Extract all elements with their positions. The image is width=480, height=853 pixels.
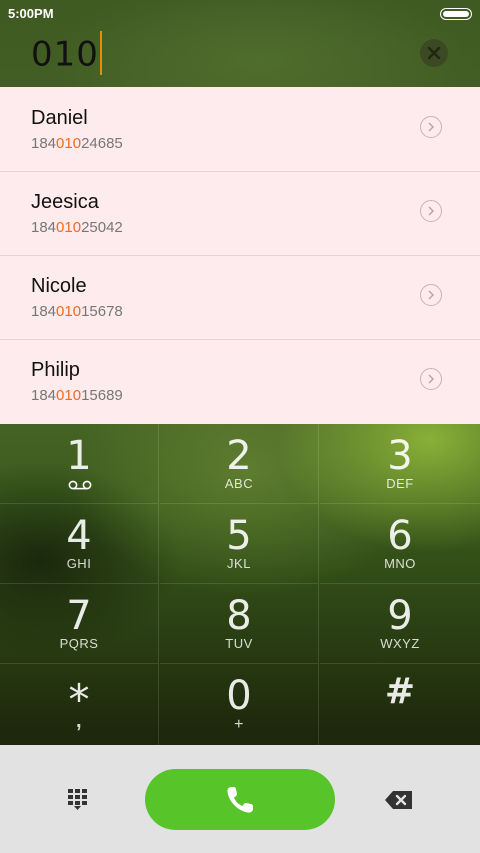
number-suffix: 25042 [81, 219, 123, 236]
contact-number: 18401025042 [31, 219, 123, 236]
contact-number: 18401024685 [31, 135, 123, 152]
key-digit: # [384, 671, 416, 712]
dial-input[interactable]: 010 [31, 31, 102, 78]
key-letters: ABC [224, 476, 254, 491]
contact-detail-button[interactable] [420, 284, 442, 306]
contact-name: Jeesica [31, 191, 99, 213]
contact-result-row[interactable]: Jeesica 18401025042 [0, 171, 480, 256]
dial-keypad: 1 2 ABC 3 DEF 4 GHI 5 JKL 6 MNO 7 PQRS 8… [0, 424, 480, 745]
call-button[interactable] [145, 769, 335, 830]
close-circle-icon [427, 46, 441, 60]
number-match-highlight: 010 [56, 219, 82, 236]
number-match-highlight: 010 [56, 135, 82, 152]
key-digit: 2 [226, 433, 252, 479]
key-letters: , [75, 710, 83, 732]
key-7[interactable]: 7 PQRS [0, 584, 159, 664]
bottom-action-bar [0, 745, 480, 853]
key-digit: 7 [66, 593, 92, 639]
dialpad-icon[interactable] [66, 787, 94, 811]
battery-icon [440, 8, 472, 20]
key-hash[interactable]: # [320, 664, 480, 745]
matching-contacts-list: Daniel 18401024685 Jeesica 18401025042 N… [0, 87, 480, 424]
number-suffix: 15678 [81, 303, 123, 320]
number-match-highlight: 010 [56, 387, 82, 404]
contact-number: 18401015689 [31, 387, 123, 404]
key-letters: + [234, 716, 244, 733]
key-1[interactable]: 1 [0, 424, 159, 504]
key-letters: WXYZ [380, 636, 420, 651]
contact-name: Nicole [31, 275, 87, 297]
key-letters: DEF [386, 476, 414, 491]
contact-detail-button[interactable] [420, 368, 442, 390]
contact-result-row[interactable]: Philip 18401015689 [0, 339, 480, 423]
contact-result-row[interactable]: Daniel 18401024685 [0, 87, 480, 172]
backspace-icon[interactable] [384, 790, 414, 810]
number-match-highlight: 010 [56, 303, 82, 320]
chevron-right-icon [428, 290, 434, 300]
key-2[interactable]: 2 ABC [160, 424, 319, 504]
clear-input-button[interactable] [420, 39, 448, 67]
key-5[interactable]: 5 JKL [160, 504, 319, 584]
contact-detail-button[interactable] [420, 116, 442, 138]
contact-name: Daniel [31, 107, 88, 129]
key-star[interactable]: * , [0, 664, 159, 745]
key-digit: 4 [66, 513, 92, 559]
contact-name: Philip [31, 359, 80, 381]
key-3[interactable]: 3 DEF [320, 424, 480, 504]
key-digit: 6 [387, 513, 413, 559]
contact-detail-button[interactable] [420, 200, 442, 222]
key-digit: 3 [387, 433, 413, 479]
chevron-right-icon [428, 374, 434, 384]
chevron-right-icon [428, 122, 434, 132]
number-prefix: 184 [31, 219, 57, 236]
dial-number-display[interactable]: 010 [0, 26, 480, 87]
voicemail-icon [68, 480, 92, 490]
key-letters: MNO [384, 556, 416, 571]
number-prefix: 184 [31, 135, 57, 152]
key-digit: 8 [226, 593, 252, 639]
number-suffix: 24685 [81, 135, 123, 152]
key-0[interactable]: 0 + [160, 664, 319, 745]
number-prefix: 184 [31, 303, 57, 320]
key-digit: 0 [226, 673, 252, 719]
number-prefix: 184 [31, 387, 57, 404]
key-letters: JKL [227, 556, 251, 571]
key-9[interactable]: 9 WXYZ [320, 584, 480, 664]
key-letters: PQRS [59, 636, 99, 651]
key-8[interactable]: 8 TUV [160, 584, 319, 664]
status-time: 5:00PM [8, 6, 54, 21]
text-caret [99, 31, 102, 75]
key-digit: 1 [66, 433, 92, 479]
key-6[interactable]: 6 MNO [320, 504, 480, 584]
key-letters: GHI [66, 556, 92, 571]
key-digit: 5 [226, 513, 252, 559]
key-letters: TUV [225, 636, 253, 651]
phone-icon [227, 786, 253, 813]
contact-result-row[interactable]: Nicole 18401015678 [0, 255, 480, 340]
number-suffix: 15689 [81, 387, 123, 404]
status-bar: 5:00PM [0, 0, 480, 26]
dial-input-value: 010 [31, 34, 99, 75]
chevron-right-icon [428, 206, 434, 216]
key-digit: 9 [387, 593, 413, 639]
contact-number: 18401015678 [31, 303, 123, 320]
key-4[interactable]: 4 GHI [0, 504, 159, 584]
